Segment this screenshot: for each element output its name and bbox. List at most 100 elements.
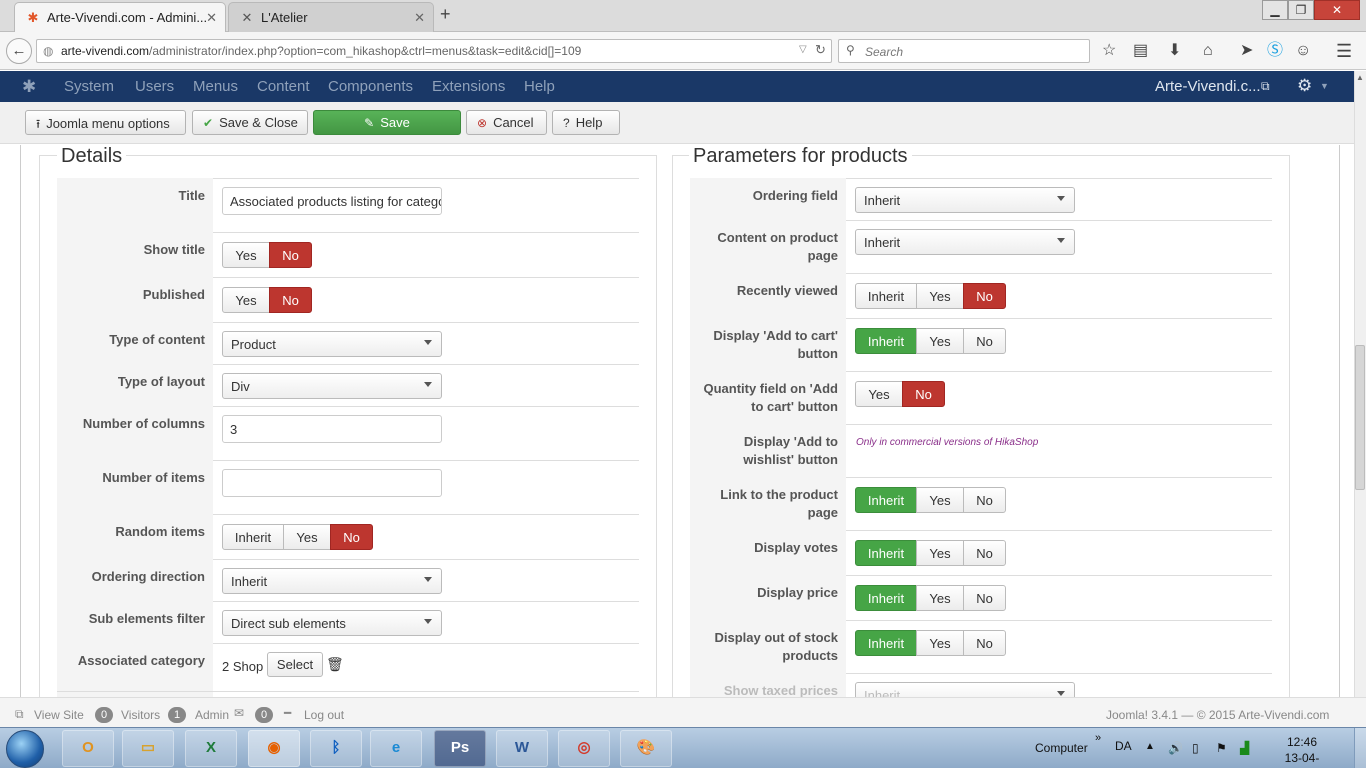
- type-content-select[interactable]: Product: [222, 331, 442, 357]
- out-stock-inherit[interactable]: Inherit: [855, 630, 917, 656]
- show-desktop-button[interactable]: [1354, 728, 1366, 768]
- add-cart-inherit[interactable]: Inherit: [855, 328, 917, 354]
- random-inherit[interactable]: Inherit: [222, 524, 284, 550]
- close-tab-icon[interactable]: ✕: [206, 10, 217, 26]
- qty-no[interactable]: No: [902, 381, 945, 407]
- help-button[interactable]: ? Help: [552, 110, 620, 135]
- excel-icon[interactable]: X: [185, 730, 237, 767]
- download-icon[interactable]: ⬇: [1168, 42, 1181, 60]
- num-columns-input[interactable]: 3: [222, 415, 442, 443]
- recently-yes[interactable]: Yes: [916, 283, 964, 309]
- url-bar[interactable]: ◍ arte-vivendi.com/administrator/index.p…: [36, 39, 832, 63]
- view-site-link[interactable]: View Site: [34, 708, 84, 722]
- computer-label[interactable]: Computer: [1035, 741, 1088, 755]
- menu-icon[interactable]: ☰: [1336, 42, 1352, 60]
- gear-icon[interactable]: ⚙: [1297, 76, 1312, 96]
- network-icon[interactable]: ▟: [1240, 741, 1249, 755]
- bluetooth-icon[interactable]: ᛒ: [310, 730, 362, 767]
- outlook-icon[interactable]: O: [62, 730, 114, 767]
- close-window-icon[interactable]: ✕: [1314, 0, 1360, 20]
- votes-no[interactable]: No: [963, 540, 1006, 566]
- scroll-up-icon[interactable]: ▲: [1355, 73, 1365, 82]
- reload-icon[interactable]: ↻: [815, 42, 826, 58]
- show-title-yes[interactable]: Yes: [222, 242, 270, 268]
- scrollbar-thumb[interactable]: [1355, 345, 1365, 490]
- word-icon[interactable]: W: [496, 730, 548, 767]
- type-layout-select[interactable]: Div: [222, 373, 442, 399]
- price-yes[interactable]: Yes: [916, 585, 964, 611]
- restore-icon[interactable]: ❐: [1288, 0, 1314, 20]
- content-product-select[interactable]: Inherit: [855, 229, 1075, 255]
- volume-icon[interactable]: 🔊: [1168, 741, 1183, 755]
- send-icon[interactable]: ➤: [1240, 42, 1253, 60]
- reading-list-icon[interactable]: ▤: [1133, 42, 1148, 60]
- joomla-logo-icon[interactable]: ✱: [22, 77, 36, 97]
- random-no[interactable]: No: [330, 524, 373, 550]
- ordering-field-select[interactable]: Inherit: [855, 187, 1075, 213]
- chat-icon[interactable]: ☺: [1295, 42, 1311, 60]
- recently-no[interactable]: No: [963, 283, 1006, 309]
- title-input[interactable]: Associated products listing for category: [222, 187, 442, 215]
- caret-down-icon[interactable]: ▼: [1320, 81, 1329, 91]
- price-inherit[interactable]: Inherit: [855, 585, 917, 611]
- explorer-folder-icon[interactable]: ▭: [122, 730, 174, 767]
- clock[interactable]: 12:46 13-04-2015: [1272, 734, 1332, 768]
- out-stock-yes[interactable]: Yes: [916, 630, 964, 656]
- search-input[interactable]: ⚲ Search: [838, 39, 1090, 63]
- cancel-button[interactable]: ⊗ Cancel: [466, 110, 547, 135]
- chevron-right-icon[interactable]: »: [1095, 732, 1101, 744]
- add-cart-no[interactable]: No: [963, 328, 1006, 354]
- menu-extensions[interactable]: Extensions: [432, 78, 505, 95]
- link-no[interactable]: No: [963, 487, 1006, 513]
- photoshop-icon[interactable]: Ps: [434, 730, 486, 767]
- ordering-direction-select[interactable]: Inherit: [222, 568, 442, 594]
- menu-menus[interactable]: Menus: [193, 78, 238, 95]
- home-icon[interactable]: ⌂: [1203, 42, 1213, 60]
- browser-tab[interactable]: ✕ L'Atelier ✕: [228, 2, 434, 32]
- bookmark-star-icon[interactable]: ☆: [1102, 42, 1116, 60]
- price-no[interactable]: No: [963, 585, 1006, 611]
- browser-tab-active[interactable]: ✱ Arte-Vivendi.com - Admini... ✕: [14, 2, 226, 32]
- back-icon[interactable]: ←: [6, 38, 32, 64]
- out-stock-no[interactable]: No: [963, 630, 1006, 656]
- battery-icon[interactable]: ▯: [1192, 741, 1199, 755]
- show-title-no[interactable]: No: [269, 242, 312, 268]
- menu-system[interactable]: System: [64, 78, 114, 95]
- trash-icon[interactable]: 🗑: [326, 656, 344, 673]
- site-link[interactable]: Arte-Vivendi.c...: [1155, 78, 1261, 95]
- menu-content[interactable]: Content: [257, 78, 310, 95]
- select-category-button[interactable]: Select: [267, 652, 323, 677]
- published-no[interactable]: No: [269, 287, 312, 313]
- menu-help[interactable]: Help: [524, 78, 555, 95]
- flag-icon[interactable]: ⚑: [1216, 741, 1227, 755]
- skype-icon[interactable]: Ⓢ: [1267, 42, 1283, 60]
- recently-inherit[interactable]: Inherit: [855, 283, 917, 309]
- logout-link[interactable]: Log out: [304, 708, 344, 722]
- firefox-icon[interactable]: ◉: [248, 730, 300, 767]
- paint-icon[interactable]: 🎨: [620, 730, 672, 767]
- start-button[interactable]: [6, 730, 44, 768]
- votes-inherit[interactable]: Inherit: [855, 540, 917, 566]
- link-yes[interactable]: Yes: [916, 487, 964, 513]
- minimize-icon[interactable]: ▁: [1262, 0, 1288, 20]
- save-close-button[interactable]: ✔ Save & Close: [192, 110, 308, 135]
- language-indicator[interactable]: DA: [1115, 739, 1132, 753]
- taxed-prices-select[interactable]: Inherit: [855, 682, 1075, 697]
- close-tab-icon[interactable]: ✕: [414, 10, 425, 26]
- random-yes[interactable]: Yes: [283, 524, 331, 550]
- joomla-menu-options-button[interactable]: ⭱ Joomla menu options: [25, 110, 186, 135]
- sub-filter-select[interactable]: Direct sub elements: [222, 610, 442, 636]
- published-yes[interactable]: Yes: [222, 287, 270, 313]
- menu-components[interactable]: Components: [328, 78, 413, 95]
- save-button[interactable]: ✎ Save: [313, 110, 461, 135]
- votes-yes[interactable]: Yes: [916, 540, 964, 566]
- menu-users[interactable]: Users: [135, 78, 174, 95]
- qty-yes[interactable]: Yes: [855, 381, 903, 407]
- chrome-icon[interactable]: ◎: [558, 730, 610, 767]
- link-inherit[interactable]: Inherit: [855, 487, 917, 513]
- tray-expand-icon[interactable]: ▲: [1145, 741, 1155, 752]
- internet-explorer-icon[interactable]: e: [370, 730, 422, 767]
- dropdown-icon[interactable]: ▽: [799, 44, 807, 55]
- add-cart-yes[interactable]: Yes: [916, 328, 964, 354]
- num-items-input[interactable]: [222, 469, 442, 497]
